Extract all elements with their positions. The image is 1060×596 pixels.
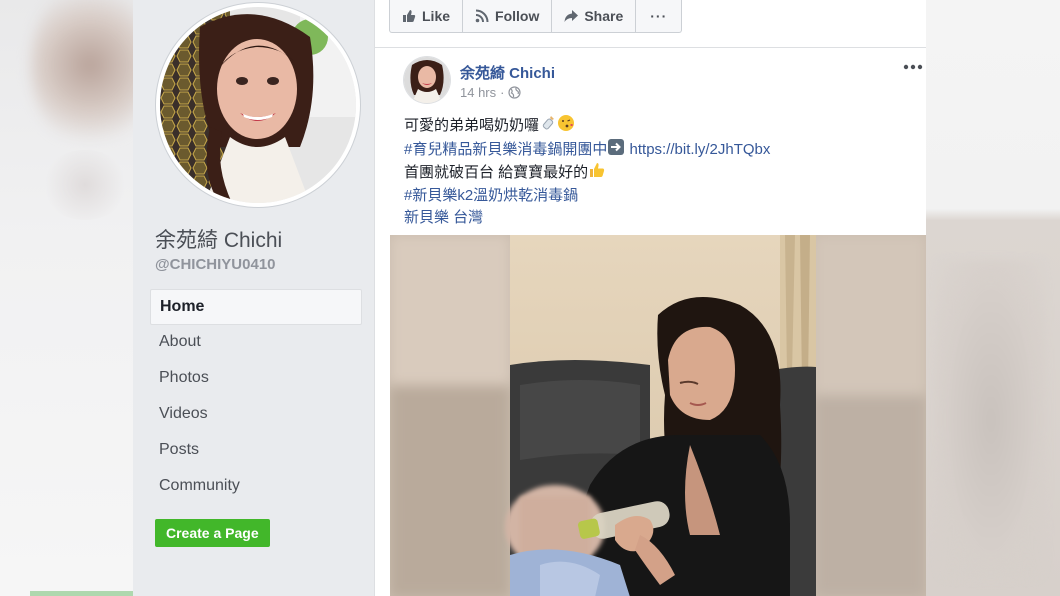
profile-photo-image bbox=[160, 7, 356, 203]
profile-picture[interactable] bbox=[156, 3, 360, 207]
thumbs-up-emoji-icon bbox=[590, 163, 605, 177]
kissing-face-icon bbox=[558, 115, 575, 131]
page-username: @CHICHIYU0410 bbox=[155, 256, 276, 273]
post-author-name[interactable]: 余苑綺 Chichi bbox=[460, 62, 555, 83]
post-link[interactable]: https://bit.ly/2JhTQbx bbox=[630, 141, 771, 158]
nav-item-about[interactable]: About bbox=[150, 325, 362, 361]
post-author-avatar[interactable] bbox=[404, 57, 450, 103]
post-hashtag-1[interactable]: #育兒精品新貝樂消毒鍋開團中 bbox=[404, 141, 607, 158]
page-action-bar: Like Follow Share ··· bbox=[389, 0, 683, 33]
page-title[interactable]: 余苑綺 Chichi bbox=[155, 224, 282, 254]
share-arrow-icon bbox=[564, 10, 579, 22]
post-line-4: #新貝樂k2溫奶烘乾消毒鍋 bbox=[404, 185, 770, 208]
thumbs-up-icon bbox=[403, 10, 416, 22]
post-timestamp[interactable]: 14 hrs bbox=[460, 85, 496, 100]
post-text-1: 可愛的弟弟喝奶奶囉 bbox=[404, 117, 540, 134]
more-options-button[interactable]: ··· bbox=[636, 0, 681, 32]
post-mention[interactable]: 新貝樂 台灣 bbox=[404, 209, 483, 226]
blurred-background-right bbox=[926, 0, 1060, 596]
meta-separator: · bbox=[500, 85, 505, 100]
post-line-2: #育兒精品新貝樂消毒鍋開團中 https://bit.ly/2JhTQbx bbox=[404, 138, 770, 162]
page-sidebar: 余苑綺 Chichi @CHICHIYU0410 Home About Phot… bbox=[133, 0, 375, 596]
share-label: Share bbox=[584, 8, 624, 24]
like-label: Like bbox=[422, 8, 451, 24]
nav-item-community[interactable]: Community bbox=[150, 469, 362, 505]
like-button[interactable]: Like bbox=[390, 0, 464, 32]
globe-icon[interactable] bbox=[508, 86, 522, 99]
rss-icon bbox=[475, 9, 489, 23]
post-line-1: 可愛的弟弟喝奶奶囉 bbox=[404, 114, 770, 138]
video-frame-image bbox=[390, 235, 926, 596]
nav-item-home[interactable]: Home bbox=[150, 289, 362, 325]
author-avatar-image bbox=[404, 57, 450, 103]
share-button[interactable]: Share bbox=[552, 0, 637, 32]
nav-item-photos[interactable]: Photos bbox=[150, 361, 362, 397]
post-line-5: 新貝樂 台灣 bbox=[404, 207, 770, 230]
right-arrow-icon bbox=[608, 138, 625, 155]
post-hashtag-2[interactable]: #新貝樂k2溫奶烘乾消毒鍋 bbox=[404, 187, 578, 204]
follow-button[interactable]: Follow bbox=[463, 0, 553, 32]
page-navigation: Home About Photos Videos Posts Community bbox=[150, 289, 362, 505]
baby-bottle-icon bbox=[542, 116, 555, 130]
post-meta: 14 hrs · bbox=[460, 85, 522, 100]
feed-post: 余苑綺 Chichi 14 hrs · 可愛的弟弟喝奶奶囉 #育兒精品新貝樂消毒… bbox=[375, 47, 926, 596]
more-dots-icon: ··· bbox=[650, 8, 668, 24]
post-more-options-icon[interactable] bbox=[902, 60, 924, 74]
nav-item-posts[interactable]: Posts bbox=[150, 433, 362, 469]
post-video[interactable] bbox=[390, 235, 926, 596]
post-body: 可愛的弟弟喝奶奶囉 #育兒精品新貝樂消毒鍋開團中 https://bit.ly/… bbox=[404, 114, 770, 230]
create-page-button[interactable]: Create a Page bbox=[155, 519, 270, 547]
post-text-3: 首團就破百台 給寶寶最好的 bbox=[404, 164, 589, 181]
blurred-background-left bbox=[0, 0, 133, 596]
post-line-3: 首團就破百台 給寶寶最好的 bbox=[404, 161, 770, 185]
nav-item-videos[interactable]: Videos bbox=[150, 397, 362, 433]
follow-label: Follow bbox=[495, 8, 540, 24]
